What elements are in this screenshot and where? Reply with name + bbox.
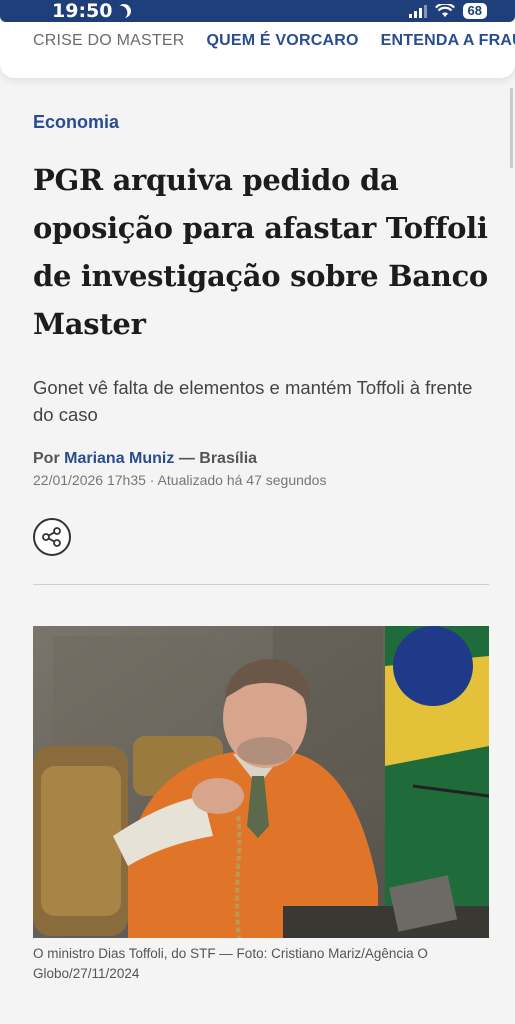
clock-label: 19:50 (52, 0, 113, 22)
share-button[interactable] (33, 518, 71, 556)
section-label[interactable]: Economia (33, 112, 493, 133)
byline-prefix: Por (33, 450, 60, 467)
nav-item-quem-e-vorcaro[interactable]: QUEM É VORCARO (206, 32, 358, 50)
article-header: Economia PGR arquiva pedido da oposição … (33, 112, 493, 488)
dateline: 22/01/2026 17h35 · Atualizado há 47 segu… (33, 472, 327, 488)
wifi-icon (434, 4, 455, 18)
status-bar: 19:50 68 (0, 0, 515, 22)
byline-location: — Brasília (178, 450, 258, 467)
status-time: 19:50 (52, 0, 131, 22)
share-icon (42, 527, 61, 547)
article-photo[interactable] (33, 626, 489, 938)
battery-indicator: 68 (462, 3, 487, 19)
byline: Por Mariana Muniz — Brasília (33, 450, 493, 468)
photo-caption: O ministro Dias Toffoli, do STF — Foto: … (33, 946, 428, 981)
scrollbar[interactable] (510, 88, 513, 168)
photo-illustration (33, 626, 489, 938)
divider (33, 584, 489, 585)
author-link[interactable]: Mariana Muniz (64, 450, 174, 467)
headline: PGR arquiva pedido da oposição para afas… (33, 163, 488, 341)
moon-icon (115, 2, 134, 21)
nav-item-entenda-a-fraude[interactable]: ENTENDA A FRAU (381, 32, 515, 50)
topic-nav: CRISE DO MASTER QUEM É VORCARO ENTENDA A… (0, 22, 515, 78)
signal-icon (408, 4, 427, 18)
nav-item-crise-do-master[interactable]: CRISE DO MASTER (33, 32, 184, 50)
subtitle: Gonet vê falta de elementos e mantém Tof… (33, 377, 473, 425)
